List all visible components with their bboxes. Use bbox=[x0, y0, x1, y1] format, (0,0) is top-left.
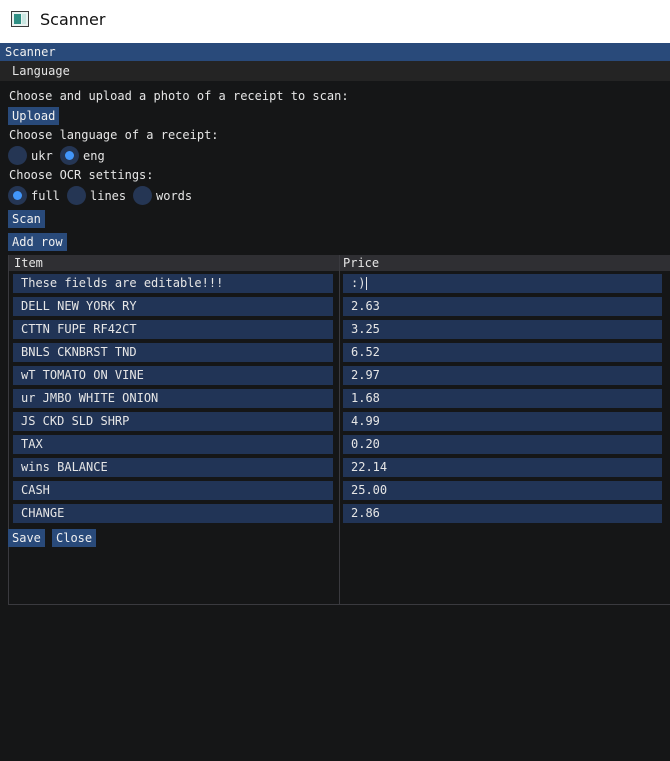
radio-full-label: full bbox=[31, 189, 60, 203]
table-row: wT TOMATO ON VINE 2.97 bbox=[9, 364, 670, 387]
menu-item-language[interactable]: Language bbox=[12, 64, 70, 78]
item-field[interactable]: DELL NEW YORK RY bbox=[13, 297, 333, 316]
menubar: Language bbox=[0, 61, 670, 81]
price-field[interactable]: 3.25 bbox=[343, 320, 662, 339]
price-field[interactable]: 0.20 bbox=[343, 435, 662, 454]
panel-title: Scanner bbox=[5, 45, 56, 59]
item-field[interactable]: wT TOMATO ON VINE bbox=[13, 366, 333, 385]
scan-button[interactable]: Scan bbox=[8, 210, 45, 228]
price-field[interactable]: 22.14 bbox=[343, 458, 662, 477]
item-field[interactable]: ur JMBO WHITE ONION bbox=[13, 389, 333, 408]
radio-eng-label: eng bbox=[83, 149, 105, 163]
table-row: DELL NEW YORK RY 2.63 bbox=[9, 295, 670, 318]
radio-lines[interactable] bbox=[67, 186, 86, 205]
price-field[interactable]: 1.68 bbox=[343, 389, 662, 408]
text-cursor bbox=[366, 277, 368, 290]
radio-lines-label: lines bbox=[90, 189, 127, 203]
item-field[interactable]: CTTN FUPE RF42CT bbox=[13, 320, 333, 339]
price-field[interactable]: :) bbox=[343, 274, 662, 293]
table-row: These fields are editable!!!:) bbox=[9, 272, 670, 295]
app-icon bbox=[11, 11, 29, 27]
item-field[interactable]: BNLS CKNBRST TND bbox=[13, 343, 333, 362]
save-button[interactable]: Save bbox=[8, 529, 45, 547]
add-row-button[interactable]: Add row bbox=[8, 233, 67, 251]
panel-titlebar[interactable]: Scanner bbox=[0, 43, 670, 61]
radio-words[interactable] bbox=[133, 186, 152, 205]
radio-ukr[interactable] bbox=[8, 146, 27, 165]
receipt-table: Item Price These fields are editable!!!:… bbox=[8, 255, 670, 605]
language-prompt: Choose language of a receipt: bbox=[9, 128, 219, 142]
close-button[interactable]: Close bbox=[52, 529, 97, 547]
column-header-price[interactable]: Price bbox=[343, 256, 379, 270]
item-field[interactable]: CHANGE bbox=[13, 504, 333, 523]
table-row: TAX 0.20 bbox=[9, 433, 670, 456]
radio-eng[interactable] bbox=[60, 146, 79, 165]
main-content: Choose and upload a photo of a receipt t… bbox=[0, 81, 670, 761]
table-row: ur JMBO WHITE ONION 1.68 bbox=[9, 387, 670, 410]
window-titlebar: Scanner bbox=[0, 0, 670, 43]
upload-prompt: Choose and upload a photo of a receipt t… bbox=[9, 89, 349, 103]
table-row: CASH 25.00 bbox=[9, 479, 670, 502]
table-row: CTTN FUPE RF42CT 3.25 bbox=[9, 318, 670, 341]
radio-words-label: words bbox=[156, 189, 193, 203]
item-field[interactable]: These fields are editable!!! bbox=[13, 274, 333, 293]
table-row: BNLS CKNBRST TND 6.52 bbox=[9, 341, 670, 364]
table-row: JS CKD SLD SHRP 4.99 bbox=[9, 410, 670, 433]
upload-button[interactable]: Upload bbox=[8, 107, 60, 125]
radio-ukr-label: ukr bbox=[31, 149, 53, 163]
price-field[interactable]: 4.99 bbox=[343, 412, 662, 431]
ocr-prompt: Choose OCR settings: bbox=[9, 168, 154, 182]
price-field[interactable]: 2.97 bbox=[343, 366, 662, 385]
price-field[interactable]: 25.00 bbox=[343, 481, 662, 500]
price-field[interactable]: 6.52 bbox=[343, 343, 662, 362]
price-field[interactable]: 2.63 bbox=[343, 297, 662, 316]
window-title: Scanner bbox=[40, 10, 106, 29]
table-row: wins BALANCE 22.14 bbox=[9, 456, 670, 479]
item-field[interactable]: wins BALANCE bbox=[13, 458, 333, 477]
price-field[interactable]: 2.86 bbox=[343, 504, 662, 523]
radio-full[interactable] bbox=[8, 186, 27, 205]
item-field[interactable]: CASH bbox=[13, 481, 333, 500]
column-header-item[interactable]: Item bbox=[14, 256, 43, 270]
table-row: CHANGE 2.86 bbox=[9, 502, 670, 525]
item-field[interactable]: JS CKD SLD SHRP bbox=[13, 412, 333, 431]
item-field[interactable]: TAX bbox=[13, 435, 333, 454]
